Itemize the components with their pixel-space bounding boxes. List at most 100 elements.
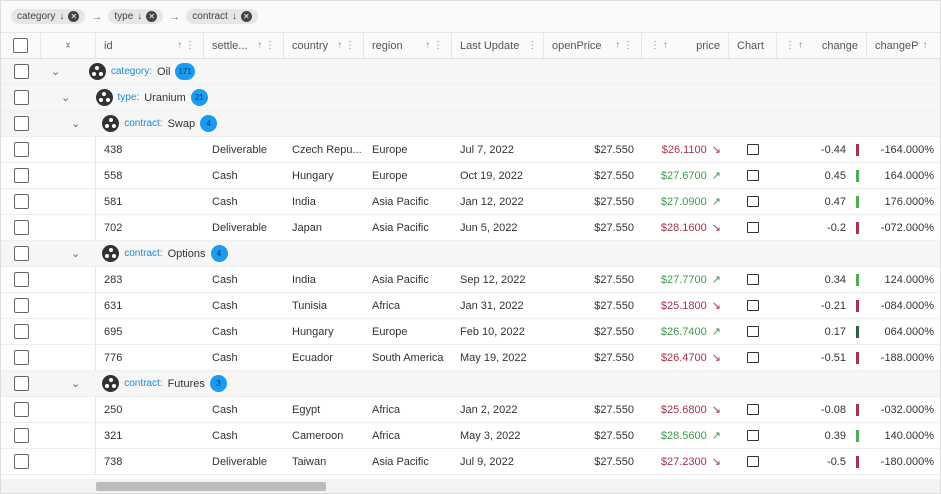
table-row[interactable]: 321 Cash Cameroon Africa May 3, 2022 $27… — [1, 423, 940, 449]
table-row[interactable]: 581 Cash India Asia Pacific Jan 12, 2022… — [1, 189, 940, 215]
group-row-contract[interactable]: ⌄ contract: Swap 4 — [1, 111, 940, 137]
checkbox[interactable] — [13, 402, 29, 417]
header-last-update[interactable]: Last Update ⋮ — [452, 33, 544, 58]
sort-icon[interactable]: ↑ ⋮ — [425, 40, 443, 51]
group-row-contract[interactable]: ⌄ contract: Futures 3 — [1, 371, 940, 397]
remove-icon[interactable]: ✕ — [146, 11, 158, 22]
chart-icon[interactable] — [729, 293, 777, 318]
chevron-down-icon[interactable]: ⌄ — [61, 91, 70, 104]
chart-icon[interactable] — [729, 189, 777, 214]
sort-icon[interactable]: ↑ — [922, 40, 927, 51]
checkbox[interactable] — [13, 38, 28, 53]
group-by-area: category ↓ ✕ → type ↓ ✕ → contract ↓ ✕ — [1, 1, 940, 33]
change-value: 0.17 — [824, 325, 846, 338]
group-chip-contract[interactable]: contract ↓ ✕ — [186, 9, 258, 24]
checkbox[interactable] — [13, 194, 29, 209]
price-value: $25.1800 — [660, 299, 707, 312]
table-row[interactable]: 631 Cash Tunisia Africa Jan 31, 2022 $27… — [1, 293, 940, 319]
group-chip-category[interactable]: category ↓ ✕ — [11, 9, 86, 24]
group-row-category[interactable]: ⌄ category: Oil 171 — [1, 59, 940, 85]
checkbox[interactable] — [13, 90, 29, 105]
chart-icon[interactable] — [729, 267, 777, 292]
remove-icon[interactable]: ✕ — [240, 11, 252, 22]
checkbox[interactable] — [13, 142, 29, 157]
checkbox[interactable] — [13, 454, 29, 469]
scrollbar-thumb[interactable] — [96, 482, 326, 491]
chart-icon[interactable] — [729, 397, 777, 422]
trending-up-icon: ↗ — [711, 196, 721, 208]
table-row[interactable]: 438 Deliverable Czech Repu... Europe Jul… — [1, 137, 940, 163]
change-indicator — [856, 351, 859, 364]
chevron-down-icon[interactable]: ⌄ — [71, 377, 80, 390]
checkbox[interactable] — [13, 428, 29, 443]
sort-down-icon[interactable]: ↓ — [59, 11, 64, 22]
table-row[interactable]: 738 Deliverable Taiwan Asia Pacific Jul … — [1, 449, 940, 475]
table-row[interactable]: 695 Cash Hungary Europe Feb 10, 2022 $27… — [1, 319, 940, 345]
cell-price: $26.4700 ↘ — [642, 345, 729, 370]
checkbox[interactable] — [13, 350, 29, 365]
sort-icon[interactable]: ⋮ ↑ — [650, 40, 668, 51]
chevron-down-icon[interactable]: ⌄ — [71, 247, 80, 260]
checkbox[interactable] — [13, 324, 29, 339]
header-open-price[interactable]: openPrice ↑ ⋮ — [544, 33, 642, 58]
header-change-percent[interactable]: changeP ↑ — [867, 33, 941, 58]
cell-id: 250 — [104, 403, 123, 416]
group-chip-type[interactable]: type ↓ ✕ — [108, 9, 164, 24]
sort-icon[interactable]: ⋮ ↑ — [785, 40, 803, 51]
chart-icon[interactable] — [729, 449, 777, 474]
cell-open-price: $27.550 — [594, 429, 634, 442]
arrow-right-icon: → — [169, 10, 181, 23]
checkbox[interactable] — [13, 64, 29, 79]
chart-icon[interactable] — [729, 345, 777, 370]
checkbox[interactable] — [13, 272, 29, 287]
cell-change-percent: -084.000% — [880, 299, 934, 312]
checkbox[interactable] — [13, 298, 29, 313]
collapse-all-icon[interactable]: ⌄ ⌃ — [41, 33, 96, 58]
header-region[interactable]: region ↑ ⋮ — [364, 33, 452, 58]
cell-price: $28.5600 ↗ — [642, 423, 729, 448]
price-value: $28.5600 — [660, 429, 707, 442]
table-row[interactable]: 283 Cash India Asia Pacific Sep 12, 2022… — [1, 267, 940, 293]
chart-icon[interactable] — [729, 319, 777, 344]
sort-icon[interactable]: ↑ ⋮ — [337, 40, 355, 51]
header-country[interactable]: country ↑ ⋮ — [284, 33, 364, 58]
group-row-contract[interactable]: ⌄ contract: Options 4 — [1, 241, 940, 267]
checkbox[interactable] — [13, 220, 29, 235]
sort-down-icon[interactable]: ↓ — [137, 11, 142, 22]
checkbox[interactable] — [13, 116, 29, 131]
group-row-type[interactable]: ⌄ type: Uranium 21 — [1, 85, 940, 111]
header-chart[interactable]: Chart — [729, 33, 777, 58]
sort-down-icon[interactable]: ↓ — [232, 11, 237, 22]
chart-icon[interactable] — [729, 423, 777, 448]
header-settlement[interactable]: settle... ↑ ⋮ — [204, 33, 284, 58]
sort-icon[interactable]: ↑ ⋮ — [615, 40, 633, 51]
chevron-down-icon[interactable]: ⌄ — [51, 65, 60, 78]
header-change[interactable]: ⋮ ↑ change — [777, 33, 867, 58]
remove-icon[interactable]: ✕ — [68, 11, 80, 22]
select-all[interactable] — [1, 33, 41, 58]
cell-last-update: Jun 5, 2022 — [460, 221, 518, 234]
table-row[interactable]: 702 Deliverable Japan Asia Pacific Jun 5… — [1, 215, 940, 241]
chart-icon[interactable] — [729, 215, 777, 240]
chevron-down-icon[interactable]: ⌄ — [71, 117, 80, 130]
header-id[interactable]: id ↑ ⋮ — [96, 33, 204, 58]
chart-icon[interactable] — [729, 163, 777, 188]
price-value: $25.6800 — [660, 403, 707, 416]
sort-icon[interactable]: ↑ ⋮ — [177, 40, 195, 51]
horizontal-scrollbar[interactable] — [1, 479, 940, 493]
group-icon — [95, 89, 113, 106]
cell-price: $27.2300 ↘ — [642, 449, 729, 474]
sort-icon[interactable]: ↑ ⋮ — [257, 40, 275, 51]
table-row[interactable]: 250 Cash Egypt Africa Jan 2, 2022 $27.55… — [1, 397, 940, 423]
chart-icon[interactable] — [729, 137, 777, 162]
menu-icon[interactable]: ⋮ — [527, 40, 537, 51]
table-row[interactable]: 776 Cash Ecuador South America May 19, 2… — [1, 345, 940, 371]
header-label: id — [104, 39, 113, 52]
header-price[interactable]: ⋮ ↑ price — [642, 33, 729, 58]
table-row[interactable]: 558 Cash Hungary Europe Oct 19, 2022 $27… — [1, 163, 940, 189]
cell-last-update: May 3, 2022 — [460, 429, 521, 442]
checkbox[interactable] — [13, 376, 29, 391]
checkbox[interactable] — [13, 168, 29, 183]
cell-price: $27.0900 ↗ — [642, 189, 729, 214]
checkbox[interactable] — [13, 246, 29, 261]
